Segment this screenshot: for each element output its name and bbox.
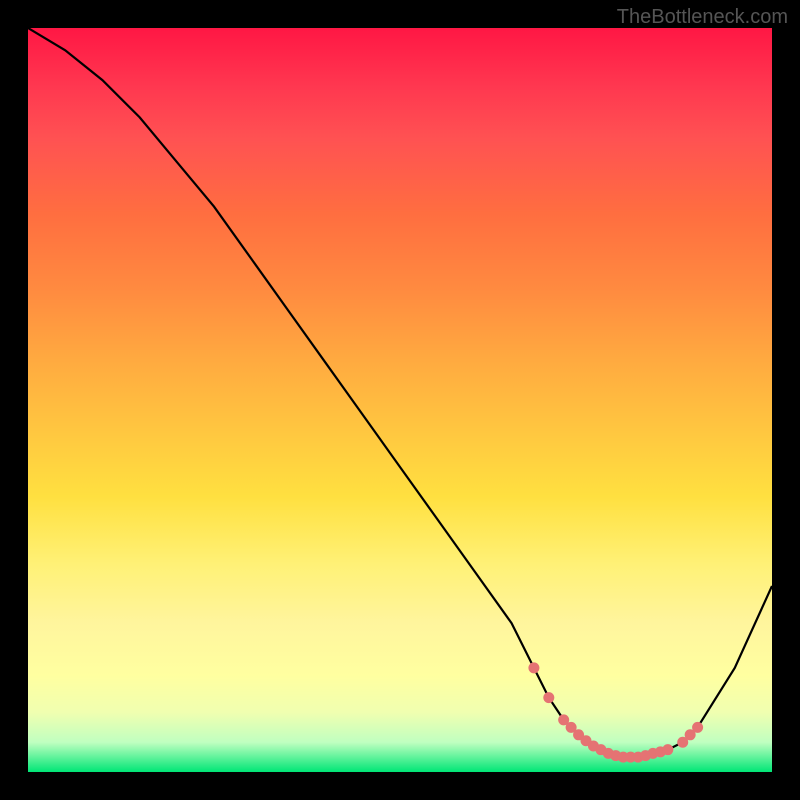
bottleneck-curve [28, 28, 772, 757]
curve-group [28, 28, 772, 757]
marker-points-group [528, 662, 703, 762]
chart-svg [28, 28, 772, 772]
marker-point [543, 692, 554, 703]
chart-plot-area [28, 28, 772, 772]
watermark-text: TheBottleneck.com [617, 6, 788, 29]
marker-point [692, 722, 703, 733]
marker-point [528, 662, 539, 673]
marker-point [662, 744, 673, 755]
